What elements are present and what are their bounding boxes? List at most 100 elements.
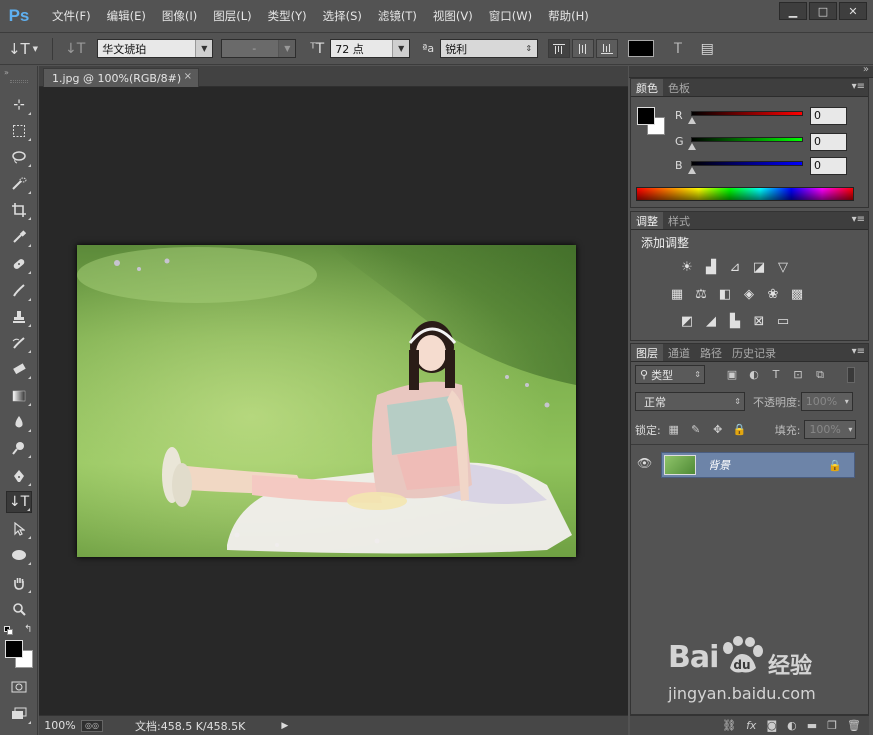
panel-menu-icon[interactable]: ▾≡ xyxy=(852,346,865,357)
blur-tool[interactable] xyxy=(6,411,32,433)
filter-shape-icon[interactable]: ⊡ xyxy=(789,367,807,383)
selective-color-icon[interactable]: ⊠ xyxy=(749,312,769,330)
swap-colors-icon[interactable]: ↰ xyxy=(24,624,32,635)
document-image[interactable] xyxy=(77,245,576,557)
tab-styles[interactable]: 样式 xyxy=(663,212,695,229)
new-adjustment-icon[interactable]: ◐ xyxy=(787,719,797,732)
tab-adjustments[interactable]: 调整 xyxy=(631,212,663,229)
blend-mode-select[interactable]: 正常 ⇕ xyxy=(635,392,745,411)
panel-menu-icon[interactable]: ▾≡ xyxy=(852,81,865,92)
color-balance-icon[interactable]: ⚖ xyxy=(691,285,711,303)
panel-menu-icon[interactable]: ▾≡ xyxy=(852,214,865,225)
quick-select-tool[interactable] xyxy=(6,173,32,195)
lock-image-icon[interactable]: ✎ xyxy=(687,422,705,438)
hand-tool[interactable] xyxy=(6,572,32,594)
font-family-select[interactable]: 华文琥珀 ▼ xyxy=(97,39,214,58)
green-slider[interactable]: G 0 xyxy=(673,133,867,157)
filter-pixel-icon[interactable]: ▣ xyxy=(723,367,741,383)
tab-swatches[interactable]: 色板 xyxy=(663,79,695,96)
eyedropper-tool[interactable] xyxy=(6,226,32,248)
menu-edit[interactable]: 编辑(E) xyxy=(99,0,154,32)
new-layer-icon[interactable]: ❐ xyxy=(827,719,837,732)
menu-type[interactable]: 类型(Y) xyxy=(260,0,315,32)
dodge-tool[interactable] xyxy=(6,437,32,459)
red-value[interactable]: 0 xyxy=(810,107,847,125)
history-brush-tool[interactable] xyxy=(6,332,32,354)
vertical-type-tool[interactable]: ↓T xyxy=(6,491,32,513)
green-gradient[interactable] xyxy=(691,137,803,142)
color-spectrum-bar[interactable] xyxy=(636,187,854,201)
screen-mode-button[interactable] xyxy=(6,703,32,725)
menu-window[interactable]: 窗口(W) xyxy=(481,0,540,32)
menu-image[interactable]: 图像(I) xyxy=(154,0,205,32)
align-bottom-button[interactable] xyxy=(596,39,619,58)
filter-smart-object-icon[interactable]: ⧉ xyxy=(811,367,829,383)
quick-mask-button[interactable] xyxy=(6,676,32,698)
text-color-swatch[interactable] xyxy=(628,40,655,57)
lasso-tool[interactable] xyxy=(6,146,32,168)
menu-file[interactable]: 文件(F) xyxy=(44,0,99,32)
text-orientation-icon[interactable]: ↓T xyxy=(59,41,91,57)
blue-gradient[interactable] xyxy=(691,161,803,166)
color-swatches[interactable] xyxy=(5,640,35,670)
layer-row[interactable]: 背景 🔒 xyxy=(661,452,855,478)
brightness-icon[interactable]: ☀ xyxy=(677,258,697,276)
layer-filter-select[interactable]: ⚲ 类型 ⇕ xyxy=(635,365,705,384)
fill-input[interactable]: 100% ▾ xyxy=(804,420,857,439)
vibrance-icon[interactable]: ▽ xyxy=(773,258,793,276)
blue-slider[interactable]: B 0 xyxy=(673,157,867,181)
tab-paths[interactable]: 路径 xyxy=(695,344,727,361)
channel-mixer-icon[interactable]: ❀ xyxy=(763,285,783,303)
move-tool[interactable]: ⊹ xyxy=(6,94,32,116)
zoom-level[interactable]: 100% xyxy=(39,719,81,732)
path-selection-tool[interactable] xyxy=(6,518,32,540)
tool-preset-picker[interactable]: ↓T ▼ xyxy=(0,40,46,58)
healing-brush-tool[interactable] xyxy=(6,253,32,275)
new-group-icon[interactable]: ▬ xyxy=(807,719,817,732)
tab-channels[interactable]: 通道 xyxy=(663,344,695,361)
menu-select[interactable]: 选择(S) xyxy=(315,0,370,32)
threshold-icon[interactable]: ▙ xyxy=(725,312,745,330)
foreground-color[interactable] xyxy=(5,640,23,658)
layer-name[interactable]: 背景 xyxy=(708,457,730,473)
font-size-select[interactable]: 72 点 ▼ xyxy=(330,39,411,58)
character-panel-icon[interactable]: ▤ xyxy=(695,41,720,57)
black-white-icon[interactable]: ◧ xyxy=(715,285,735,303)
canvas-area[interactable] xyxy=(39,87,628,715)
tab-layers[interactable]: 图层 xyxy=(631,344,663,361)
font-style-select[interactable]: - ▼ xyxy=(221,39,297,58)
gradient-map-icon[interactable]: ▭ xyxy=(773,312,793,330)
gradient-tool[interactable] xyxy=(6,385,32,407)
green-value[interactable]: 0 xyxy=(810,133,847,151)
warp-text-icon[interactable]: Ꭲ xyxy=(668,41,688,57)
tab-history[interactable]: 历史记录 xyxy=(727,344,781,361)
eraser-tool[interactable] xyxy=(6,358,32,380)
slider-thumb-icon[interactable] xyxy=(688,143,696,150)
color-lookup-icon[interactable]: ▩ xyxy=(787,285,807,303)
curves-icon[interactable]: ⊿ xyxy=(725,258,745,276)
slider-thumb-icon[interactable] xyxy=(688,167,696,174)
levels-icon[interactable]: ▟ xyxy=(701,258,721,276)
align-center-button[interactable] xyxy=(572,39,595,58)
link-layers-icon[interactable]: ⛓ xyxy=(722,719,736,732)
visibility-eye-icon[interactable]: 👁 xyxy=(637,456,652,470)
add-mask-icon[interactable]: ◙ xyxy=(766,719,777,732)
collapse-panels-icon[interactable]: » xyxy=(863,64,869,75)
tab-color[interactable]: 颜色 xyxy=(631,79,663,96)
hue-saturation-icon[interactable]: ▦ xyxy=(667,285,687,303)
lock-all-icon[interactable]: 🔒 xyxy=(731,422,749,438)
blue-value[interactable]: 0 xyxy=(810,157,847,175)
panel-color-swatches[interactable] xyxy=(637,107,667,137)
antialias-select[interactable]: 锐利 ⇕ xyxy=(440,39,539,58)
clone-stamp-tool[interactable] xyxy=(6,306,32,328)
toolbar-collapse-icon[interactable]: » xyxy=(4,68,9,77)
marquee-tool[interactable] xyxy=(6,120,32,142)
minimize-button[interactable]: ▁ xyxy=(779,2,807,20)
red-gradient[interactable] xyxy=(691,111,803,116)
exposure-icon[interactable]: ◪ xyxy=(749,258,769,276)
foreground-color[interactable] xyxy=(637,107,655,125)
document-tab[interactable]: 1.jpg @ 100%(RGB/8#) × xyxy=(43,68,199,87)
filter-toggle[interactable] xyxy=(847,366,855,383)
filter-adjustment-icon[interactable]: ◐ xyxy=(745,367,763,383)
red-slider[interactable]: R 0 xyxy=(673,107,867,131)
